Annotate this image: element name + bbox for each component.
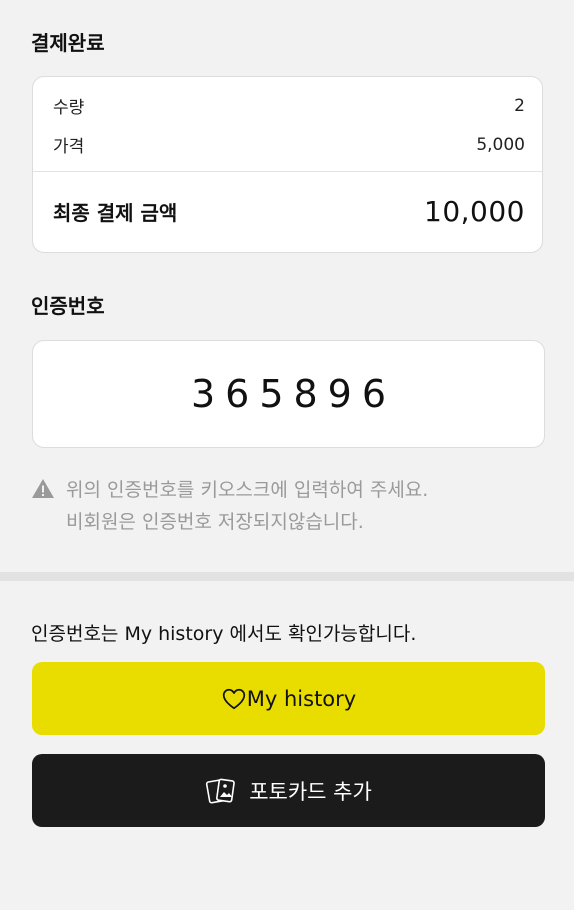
- auth-code-card: 365896: [32, 340, 545, 448]
- total-value: 10,000: [424, 195, 525, 228]
- price-value: 5,000: [476, 134, 525, 155]
- payment-complete-title: 결제완료: [31, 31, 105, 55]
- quantity-row: 수량 2: [53, 93, 525, 119]
- photocard-icon: [206, 778, 236, 804]
- payment-summary-card: 수량 2 가격 5,000 최종 결제 금액 10,000: [32, 76, 543, 253]
- price-row: 가격 5,000: [53, 132, 525, 158]
- auth-code-value: 365896: [190, 372, 397, 416]
- total-label: 최종 결제 금액: [53, 201, 178, 225]
- total-row: 최종 결제 금액 10,000: [53, 195, 525, 228]
- section-divider: [0, 572, 574, 581]
- add-photocard-button[interactable]: 포토카드 추가: [32, 754, 545, 827]
- my-history-button[interactable]: My history: [32, 662, 545, 735]
- quantity-value: 2: [514, 95, 525, 116]
- my-history-button-label: My history: [246, 686, 357, 711]
- auth-notice: 위의 인증번호를 키오스크에 입력하여 주세요. 비회원은 인증번호 저장되지않…: [31, 474, 428, 538]
- quantity-label: 수량: [53, 98, 85, 118]
- auth-code-title: 인증번호: [31, 294, 105, 318]
- add-photocard-button-label: 포토카드 추가: [249, 779, 372, 804]
- notice-line-2: 비회원은 인증번호 저장되지않습니다.: [66, 511, 364, 533]
- warning-icon: [32, 479, 54, 498]
- notice-line-1: 위의 인증번호를 키오스크에 입력하여 주세요.: [66, 479, 429, 501]
- price-label: 가격: [53, 137, 85, 157]
- history-info-text: 인증번호는 My history 에서도 확인가능합니다.: [31, 623, 417, 645]
- heart-icon: [222, 688, 245, 709]
- summary-divider: [33, 171, 542, 172]
